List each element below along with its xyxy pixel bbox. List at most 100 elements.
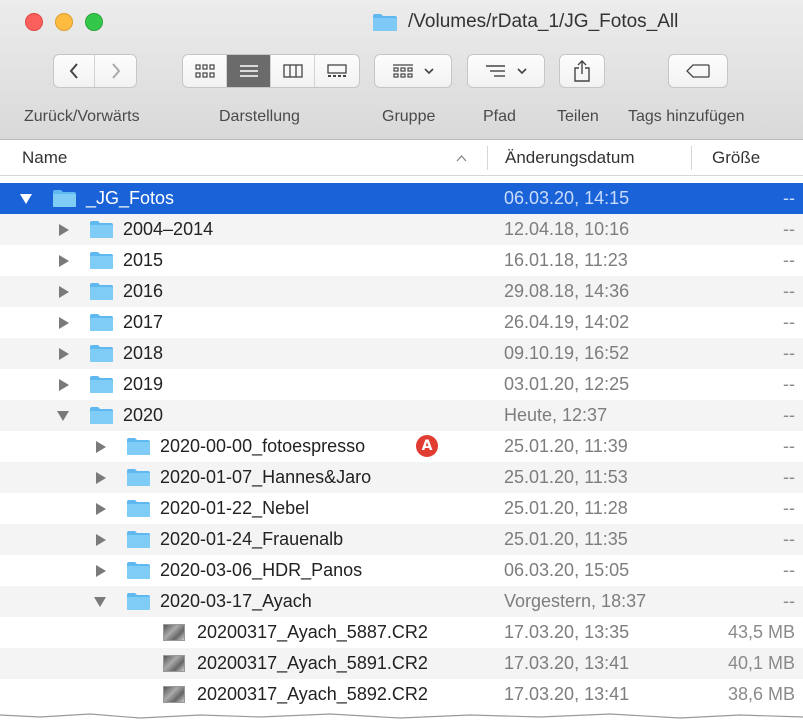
gallery-icon [327,64,347,77]
disclosure-expanded-icon[interactable] [20,194,32,204]
item-date: 25.01.20, 11:35 [504,529,628,549]
view-label: Darstellung [219,108,300,125]
folder-icon [90,314,113,331]
date-column-header[interactable]: Änderungsdatum [505,148,634,168]
image-thumbnail-icon [163,686,185,703]
folder-row[interactable]: 2020-03-17_Ayach Vorgestern, 18:37 -- [0,586,803,617]
chevron-left-icon [69,63,78,79]
disclosure-collapsed-icon[interactable] [96,565,106,577]
item-name: 2020-01-24_Frauenalb [160,529,344,549]
item-size: 38,6 MB [727,684,795,704]
item-date: 17.03.20, 13:35 [504,622,630,642]
folder-icon [53,190,76,207]
column-divider[interactable] [487,146,488,170]
folder-row[interactable]: _JG_Fotos 06.03.20, 14:15 -- [0,183,803,214]
item-date: 25.01.20, 11:53 [504,467,628,487]
folder-row[interactable]: 2020-00-00_fotoespresso A 25.01.20, 11:39 -… [0,431,803,462]
disclosure-collapsed-icon[interactable] [96,472,106,484]
view-mode-control[interactable] [182,54,360,88]
group-label: Gruppe [382,108,436,125]
file-row[interactable]: 20200317_Ayach_5891.CR2 17.03.20, 13:41 40… [0,648,803,679]
image-thumbnail-icon [163,624,185,641]
item-name: 20200317_Ayach_5891.CR2 [197,653,428,673]
disclosure-collapsed-icon[interactable] [96,503,106,515]
tags-label: Tags hinzufügen [628,108,745,125]
item-date: 09.10.19, 16:52 [504,343,630,363]
gallery-view-button[interactable] [315,55,359,87]
forward-button[interactable] [95,55,137,87]
disclosure-collapsed-icon[interactable] [59,255,69,267]
item-size: -- [783,498,795,518]
torn-edge [0,712,803,725]
folder-row[interactable]: 2020 Heute, 12:37 -- [0,400,803,431]
path-button[interactable] [467,54,545,88]
item-size: -- [783,591,795,611]
item-size: -- [783,312,795,332]
item-size: -- [783,250,795,270]
item-size: -- [783,405,795,425]
item-date: 03.01.20, 12:25 [504,374,630,394]
item-name: 20200317_Ayach_5887.CR2 [197,622,428,642]
item-size: -- [783,436,795,456]
icon-view-button[interactable] [183,55,227,87]
item-size: -- [783,529,795,549]
item-name: 2015 [123,250,164,270]
file-row[interactable]: 20200317_Ayach_5892.CR2 17.03.20, 13:41 38… [0,679,803,710]
folder-row[interactable]: 2020-01-24_Frauenalb 25.01.20, 11:35 -- [0,524,803,555]
group-button[interactable] [374,54,452,88]
folder-row[interactable]: 2016 29.08.18, 14:36 -- [0,276,803,307]
item-size: -- [783,467,795,487]
item-name: 2018 [123,343,164,363]
disclosure-collapsed-icon[interactable] [59,224,69,236]
disclosure-collapsed-icon[interactable] [59,379,69,391]
group-icon [393,64,413,78]
disclosure-expanded-icon[interactable] [94,597,106,607]
file-list: _JG_Fotos 06.03.20, 14:15 -- 2004–2014 12.04… [0,183,803,710]
folder-icon [127,593,150,610]
folder-row[interactable]: 2020-03-06_HDR_Panos 06.03.20, 15:05 -- [0,555,803,586]
disclosure-expanded-icon[interactable] [57,411,69,421]
size-column-header[interactable]: Größe [712,148,760,168]
folder-row[interactable]: 2020-01-07_Hannes&Jaro 25.01.20, 11:53 -- [0,462,803,493]
window-title-text: /Volumes/rData_1/JG_Fotos_All [408,11,679,32]
back-forward-control[interactable] [53,54,137,88]
item-date: 06.03.20, 14:15 [504,188,630,208]
back-button[interactable] [53,55,95,87]
folder-row[interactable]: 2004–2014 12.04.18, 10:16 -- [0,214,803,245]
item-name: 20200317_Ayach_5892.CR2 [197,684,428,704]
disclosure-collapsed-icon[interactable] [96,441,106,453]
back-forward-label: Zurück/Vorwärts [24,108,140,125]
item-date: 29.08.18, 14:36 [504,281,630,301]
item-date: 26.04.19, 14:02 [504,312,630,332]
share-button[interactable] [559,54,605,88]
item-size: -- [783,219,795,239]
disclosure-collapsed-icon[interactable] [59,286,69,298]
disclosure-collapsed-icon[interactable] [59,317,69,329]
disclosure-collapsed-icon[interactable] [59,348,69,360]
folder-icon [90,252,113,269]
folder-row[interactable]: 2017 26.04.19, 14:02 -- [0,307,803,338]
add-tags-button[interactable] [668,54,728,88]
folder-row[interactable]: 2019 03.01.20, 12:25 -- [0,369,803,400]
icon-grid-icon [194,64,215,78]
folder-row[interactable]: 2015 16.01.18, 11:23 -- [0,245,803,276]
zoom-window-button[interactable] [85,13,103,31]
item-date: 16.01.18, 11:23 [504,250,628,270]
columns-icon [282,64,303,78]
tag-icon [686,64,710,78]
file-row[interactable]: 20200317_Ayach_5887.CR2 17.03.20, 13:35 43… [0,617,803,648]
folder-row[interactable]: 2018 09.10.19, 16:52 -- [0,338,803,369]
item-name: 2020-01-07_Hannes&Jaro [160,467,372,487]
disclosure-collapsed-icon[interactable] [96,534,106,546]
minimize-window-button[interactable] [55,13,73,31]
name-column-header[interactable]: Name [22,148,67,168]
folder-icon [127,469,150,486]
column-view-button[interactable] [271,55,315,87]
list-view-button[interactable] [227,55,271,87]
close-window-button[interactable] [25,13,43,31]
column-header: Name Änderungsdatum Größe [0,140,803,176]
folder-icon [127,531,150,548]
path-list-icon [486,65,505,77]
folder-row[interactable]: 2020-01-22_Nebel 25.01.20, 11:28 -- [0,493,803,524]
column-divider[interactable] [691,146,692,170]
